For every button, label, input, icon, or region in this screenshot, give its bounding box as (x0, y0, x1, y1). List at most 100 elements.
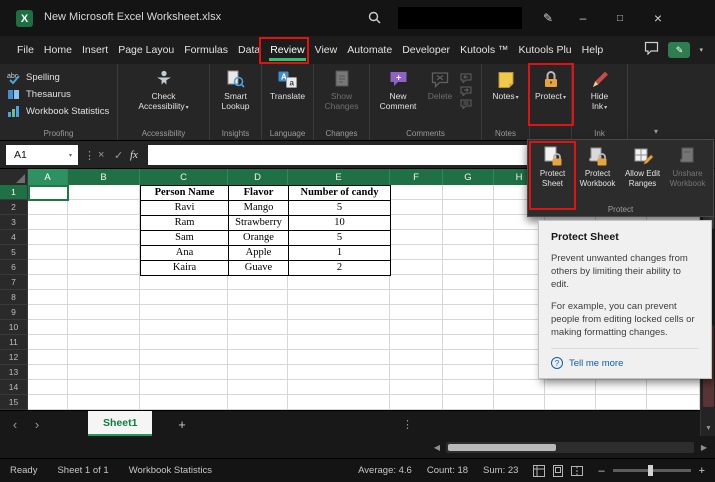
scroll-down-icon[interactable]: ▼ (701, 422, 715, 436)
cell-I15[interactable] (545, 395, 596, 410)
column-header-E[interactable]: E (288, 169, 390, 185)
cell-K15[interactable] (647, 395, 700, 410)
horizontal-scrollbar[interactable] (446, 442, 694, 453)
cell-B14[interactable] (68, 380, 140, 395)
cell-B15[interactable] (68, 395, 140, 410)
table-cell[interactable]: Orange (229, 231, 289, 246)
cell-K14[interactable] (647, 380, 700, 395)
cell-A14[interactable] (28, 380, 68, 395)
cell-B2[interactable] (68, 200, 140, 215)
cell-B8[interactable] (68, 290, 140, 305)
menu-tab-kutools[interactable]: Kutools ™ (455, 37, 513, 64)
cell-B13[interactable] (68, 365, 140, 380)
cell-G1[interactable] (443, 185, 494, 200)
cell-H14[interactable] (494, 380, 545, 395)
cell-D8[interactable] (228, 290, 288, 305)
cell-D14[interactable] (228, 380, 288, 395)
cell-G9[interactable] (443, 305, 494, 320)
column-header-B[interactable]: B (68, 169, 140, 185)
zoom-out-button[interactable]: – (598, 465, 604, 477)
cell-F15[interactable] (390, 395, 443, 410)
row-header-15[interactable]: 15 (0, 395, 28, 410)
cell-E8[interactable] (288, 290, 390, 305)
row-header-5[interactable]: 5 (0, 245, 28, 260)
name-box[interactable]: A1 ▾ (6, 145, 78, 165)
cell-B10[interactable] (68, 320, 140, 335)
cell-D12[interactable] (228, 350, 288, 365)
table-cell[interactable]: Number of candy (289, 186, 391, 201)
cell-E7[interactable] (288, 275, 390, 290)
cell-F8[interactable] (390, 290, 443, 305)
cell-D7[interactable] (228, 275, 288, 290)
table-cell[interactable]: 10 (289, 216, 391, 231)
maximize-button[interactable]: □ (605, 0, 635, 36)
formula-enter-icon[interactable]: ✓ (114, 145, 123, 165)
name-box-chevron-icon[interactable]: ▾ (69, 152, 72, 159)
cell-A9[interactable] (28, 305, 68, 320)
cell-G14[interactable] (443, 380, 494, 395)
cell-A10[interactable] (28, 320, 68, 335)
cell-F7[interactable] (390, 275, 443, 290)
cell-D13[interactable] (228, 365, 288, 380)
cell-J15[interactable] (596, 395, 647, 410)
row-header-9[interactable]: 9 (0, 305, 28, 320)
cell-F3[interactable] (390, 215, 443, 230)
cell-B5[interactable] (68, 245, 140, 260)
next-comment-icon[interactable] (460, 86, 472, 96)
table-cell[interactable]: Person Name (141, 186, 229, 201)
normal-view-icon[interactable] (533, 465, 545, 477)
table-cell[interactable]: Strawberry (229, 216, 289, 231)
formula-cancel-icon[interactable]: × (98, 145, 104, 165)
cell-B12[interactable] (68, 350, 140, 365)
show-comments-icon[interactable] (460, 99, 472, 109)
column-header-C[interactable]: C (140, 169, 228, 185)
cell-G6[interactable] (443, 260, 494, 275)
column-header-F[interactable]: F (390, 169, 443, 185)
column-header-D[interactable]: D (228, 169, 288, 185)
cell-F9[interactable] (390, 305, 443, 320)
row-header-13[interactable]: 13 (0, 365, 28, 380)
scroll-left-icon[interactable]: ◀ (430, 436, 444, 458)
cell-A3[interactable] (28, 215, 68, 230)
menu-tab-formulas[interactable]: Formulas (179, 37, 233, 64)
row-header-4[interactable]: 4 (0, 230, 28, 245)
cell-F6[interactable] (390, 260, 443, 275)
editing-mode-chevron-icon[interactable]: ▾ (699, 46, 703, 54)
cell-E10[interactable] (288, 320, 390, 335)
menu-tab-view[interactable]: View (310, 37, 343, 64)
cell-G3[interactable] (443, 215, 494, 230)
cell-A4[interactable] (28, 230, 68, 245)
next-sheet-icon[interactable]: › (28, 411, 46, 437)
cell-E12[interactable] (288, 350, 390, 365)
cell-C10[interactable] (140, 320, 228, 335)
row-header-8[interactable]: 8 (0, 290, 28, 305)
cell-G12[interactable] (443, 350, 494, 365)
cell-E14[interactable] (288, 380, 390, 395)
row-header-6[interactable]: 6 (0, 260, 28, 275)
cell-F4[interactable] (390, 230, 443, 245)
cell-A13[interactable] (28, 365, 68, 380)
sheet-bar-dots-icon[interactable]: ⋮ (402, 411, 413, 437)
cell-E9[interactable] (288, 305, 390, 320)
row-header-14[interactable]: 14 (0, 380, 28, 395)
spelling-button[interactable]: abc Spelling (7, 69, 117, 86)
table-cell[interactable]: Kaira (141, 261, 229, 276)
cell-A12[interactable] (28, 350, 68, 365)
draw-pen-icon[interactable]: ✎ (533, 0, 563, 36)
cell-A7[interactable] (28, 275, 68, 290)
status-workbook-statistics[interactable]: Workbook Statistics (129, 465, 212, 476)
cell-J14[interactable] (596, 380, 647, 395)
column-header-G[interactable]: G (443, 169, 494, 185)
cell-G10[interactable] (443, 320, 494, 335)
menu-tab-review[interactable]: Review (265, 37, 309, 64)
table-cell[interactable]: Mango (229, 201, 289, 216)
cell-A5[interactable] (28, 245, 68, 260)
cell-F14[interactable] (390, 380, 443, 395)
table-cell[interactable]: Sam (141, 231, 229, 246)
table-cell[interactable]: 5 (289, 231, 391, 246)
cell-G4[interactable] (443, 230, 494, 245)
comments-bubble-icon[interactable] (644, 41, 659, 60)
table-cell[interactable]: Flavor (229, 186, 289, 201)
collapse-ribbon-icon[interactable]: ▾ (654, 127, 658, 136)
menu-tab-data[interactable]: Data (233, 37, 265, 64)
